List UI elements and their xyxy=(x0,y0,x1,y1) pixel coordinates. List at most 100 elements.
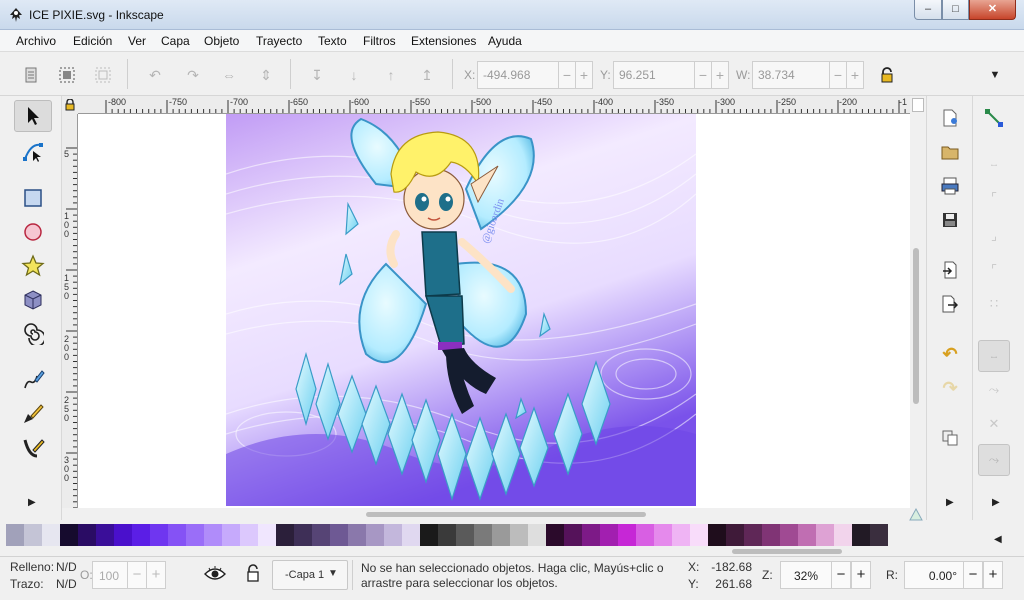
lock-icon[interactable] xyxy=(876,64,898,86)
drawing-canvas[interactable]: @gioardin xyxy=(78,114,910,508)
snap-nodes-icon[interactable]: ⧿ xyxy=(978,340,1010,372)
redo-icon[interactable]: ↷ xyxy=(938,376,962,400)
horizontal-scroll-thumb[interactable] xyxy=(366,512,646,517)
zoom-out-button[interactable]: − xyxy=(831,561,851,589)
color-swatch[interactable] xyxy=(150,524,168,546)
snap-more-icon[interactable]: ▶ xyxy=(992,497,1000,508)
menu-edicion[interactable]: Edición xyxy=(73,34,112,48)
x-increment-button[interactable]: + xyxy=(575,61,593,89)
color-swatch[interactable] xyxy=(168,524,186,546)
color-swatch[interactable] xyxy=(438,524,456,546)
color-swatch[interactable] xyxy=(24,524,42,546)
color-swatch[interactable] xyxy=(600,524,618,546)
color-swatch[interactable] xyxy=(240,524,258,546)
color-swatch[interactable] xyxy=(60,524,78,546)
commands-more-icon[interactable]: ▶ xyxy=(946,497,954,508)
y-decrement-button[interactable]: − xyxy=(694,61,712,89)
node-tool[interactable] xyxy=(14,135,52,167)
spiral-tool[interactable] xyxy=(14,318,52,350)
layer-selector[interactable]: -Capa 1 ▼ xyxy=(272,560,348,590)
menu-ayuda[interactable]: Ayuda xyxy=(488,34,522,48)
raise-to-top-icon[interactable]: ↥ xyxy=(416,64,438,86)
ruler-corner-button[interactable] xyxy=(912,98,924,112)
flip-horizontal-icon[interactable]: ⇔ xyxy=(218,64,240,86)
snap-bbox-icon[interactable]: ⧿ xyxy=(982,152,1006,176)
close-button[interactable]: ✕ xyxy=(969,0,1016,20)
menu-ver[interactable]: Ver xyxy=(128,34,146,48)
stroke-indicator[interactable]: N/D xyxy=(56,577,77,591)
menu-objeto[interactable]: Objeto xyxy=(204,34,239,48)
import-icon[interactable] xyxy=(938,258,962,282)
zoom-field[interactable]: 32% xyxy=(780,561,832,589)
menu-filtros[interactable]: Filtros xyxy=(363,34,396,48)
color-swatch[interactable] xyxy=(114,524,132,546)
menu-archivo[interactable]: Archivo xyxy=(16,34,56,48)
color-swatch[interactable] xyxy=(546,524,564,546)
palette-menu-icon[interactable]: ◀ xyxy=(994,534,1002,545)
color-swatch[interactable] xyxy=(96,524,114,546)
color-swatch[interactable] xyxy=(744,524,762,546)
color-swatch[interactable] xyxy=(312,524,330,546)
open-folder-icon[interactable] xyxy=(938,140,962,164)
x-field[interactable]: -494.968 xyxy=(477,61,559,89)
undo-icon[interactable]: ↶ xyxy=(938,342,962,366)
snap-paths-icon[interactable]: ⤳ xyxy=(982,378,1006,402)
layer-visibility-eye-icon[interactable] xyxy=(204,566,228,584)
color-swatch[interactable] xyxy=(762,524,780,546)
rotation-field[interactable]: 0.00° xyxy=(904,561,964,589)
color-swatch[interactable] xyxy=(870,524,888,546)
color-swatch[interactable] xyxy=(708,524,726,546)
save-icon[interactable] xyxy=(938,208,962,232)
star-tool[interactable] xyxy=(14,250,52,282)
palette-scroll-thumb[interactable] xyxy=(732,549,842,554)
rectangle-tool[interactable] xyxy=(14,182,52,214)
guide-lock-icon[interactable] xyxy=(62,96,78,114)
color-swatch[interactable] xyxy=(834,524,852,546)
color-swatch[interactable] xyxy=(204,524,222,546)
rotate-cw-icon[interactable]: ↷ xyxy=(182,64,204,86)
toolbox-more-icon[interactable]: ▶ xyxy=(28,497,36,508)
snap-bbox-corner-icon[interactable]: ⌟ xyxy=(982,224,1006,248)
color-swatch[interactable] xyxy=(222,524,240,546)
3d-box-tool[interactable] xyxy=(14,284,52,316)
color-swatch[interactable] xyxy=(798,524,816,546)
selector-tool[interactable] xyxy=(14,100,52,132)
color-swatch[interactable] xyxy=(474,524,492,546)
select-all-layers-icon[interactable] xyxy=(56,64,78,86)
color-swatch[interactable] xyxy=(132,524,150,546)
x-decrement-button[interactable]: − xyxy=(558,61,576,89)
color-swatch[interactable] xyxy=(258,524,276,546)
flip-vertical-icon[interactable]: ⇕ xyxy=(255,64,277,86)
print-icon[interactable] xyxy=(938,174,962,198)
vertical-scroll-thumb[interactable] xyxy=(913,248,919,404)
opacity-increment-button[interactable]: + xyxy=(146,561,166,589)
w-increment-button[interactable]: + xyxy=(846,61,864,89)
y-field[interactable]: 96.251 xyxy=(613,61,695,89)
color-swatch[interactable] xyxy=(78,524,96,546)
color-swatch[interactable] xyxy=(654,524,672,546)
color-swatch[interactable] xyxy=(510,524,528,546)
snap-toggle-icon[interactable] xyxy=(982,106,1006,130)
rotate-ccw-icon[interactable]: ↶ xyxy=(144,64,166,86)
color-swatch[interactable] xyxy=(348,524,366,546)
color-swatch[interactable] xyxy=(726,524,744,546)
color-swatch[interactable] xyxy=(420,524,438,546)
color-swatch[interactable] xyxy=(384,524,402,546)
color-swatch[interactable] xyxy=(366,524,384,546)
color-swatch[interactable] xyxy=(456,524,474,546)
opacity-decrement-button[interactable]: − xyxy=(127,561,147,589)
color-swatch[interactable] xyxy=(402,524,420,546)
color-swatch[interactable] xyxy=(690,524,708,546)
color-swatch[interactable] xyxy=(330,524,348,546)
color-swatch[interactable] xyxy=(528,524,546,546)
snap-smooth-nodes-icon[interactable]: ⤳ xyxy=(978,444,1010,476)
menu-trayecto[interactable]: Trayecto xyxy=(256,34,302,48)
ellipse-tool[interactable] xyxy=(14,216,52,248)
color-swatch[interactable] xyxy=(618,524,636,546)
lower-to-bottom-icon[interactable]: ↧ xyxy=(306,64,328,86)
fill-indicator[interactable]: N/D xyxy=(56,560,77,574)
rotation-increment-button[interactable]: + xyxy=(983,561,1003,589)
color-manage-toggle-icon[interactable] xyxy=(908,507,924,522)
color-swatch[interactable] xyxy=(186,524,204,546)
deselect-icon[interactable] xyxy=(92,64,114,86)
